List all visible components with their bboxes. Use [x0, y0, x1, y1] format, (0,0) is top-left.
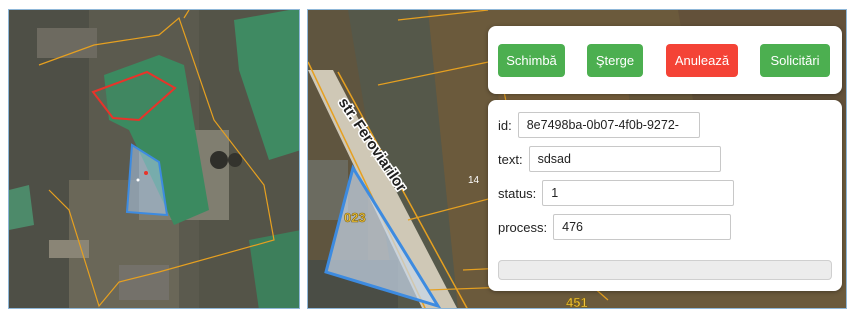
- progress-bar: [498, 260, 832, 280]
- bottom-map-label: 451: [566, 295, 588, 309]
- left-map-imagery: [9, 10, 299, 308]
- id-label: id:: [498, 117, 512, 133]
- text-row: text:: [498, 145, 721, 173]
- left-map-view[interactable]: [8, 9, 300, 309]
- text-field[interactable]: [528, 146, 721, 172]
- process-label: process:: [498, 219, 548, 235]
- requests-button[interactable]: Solicitări: [760, 44, 830, 77]
- action-toolbar: Schimbă Şterge Anulează Solicitări: [488, 26, 842, 94]
- id-field[interactable]: [517, 112, 700, 138]
- delete-button[interactable]: Şterge: [587, 44, 643, 77]
- process-row: process:: [498, 213, 732, 241]
- feature-properties-panel: id: text: status: process:: [488, 100, 842, 291]
- process-field[interactable]: [553, 214, 732, 240]
- change-button[interactable]: Schimbă: [498, 44, 565, 77]
- cancel-button[interactable]: Anulează: [666, 44, 738, 77]
- status-label: status:: [498, 185, 537, 201]
- text-label: text:: [498, 151, 523, 167]
- status-row: status:: [498, 179, 735, 207]
- status-field[interactable]: [542, 180, 735, 206]
- id-row: id:: [498, 111, 700, 139]
- parcel-number-label: 14: [468, 175, 480, 186]
- polygon-label: 023: [344, 210, 366, 225]
